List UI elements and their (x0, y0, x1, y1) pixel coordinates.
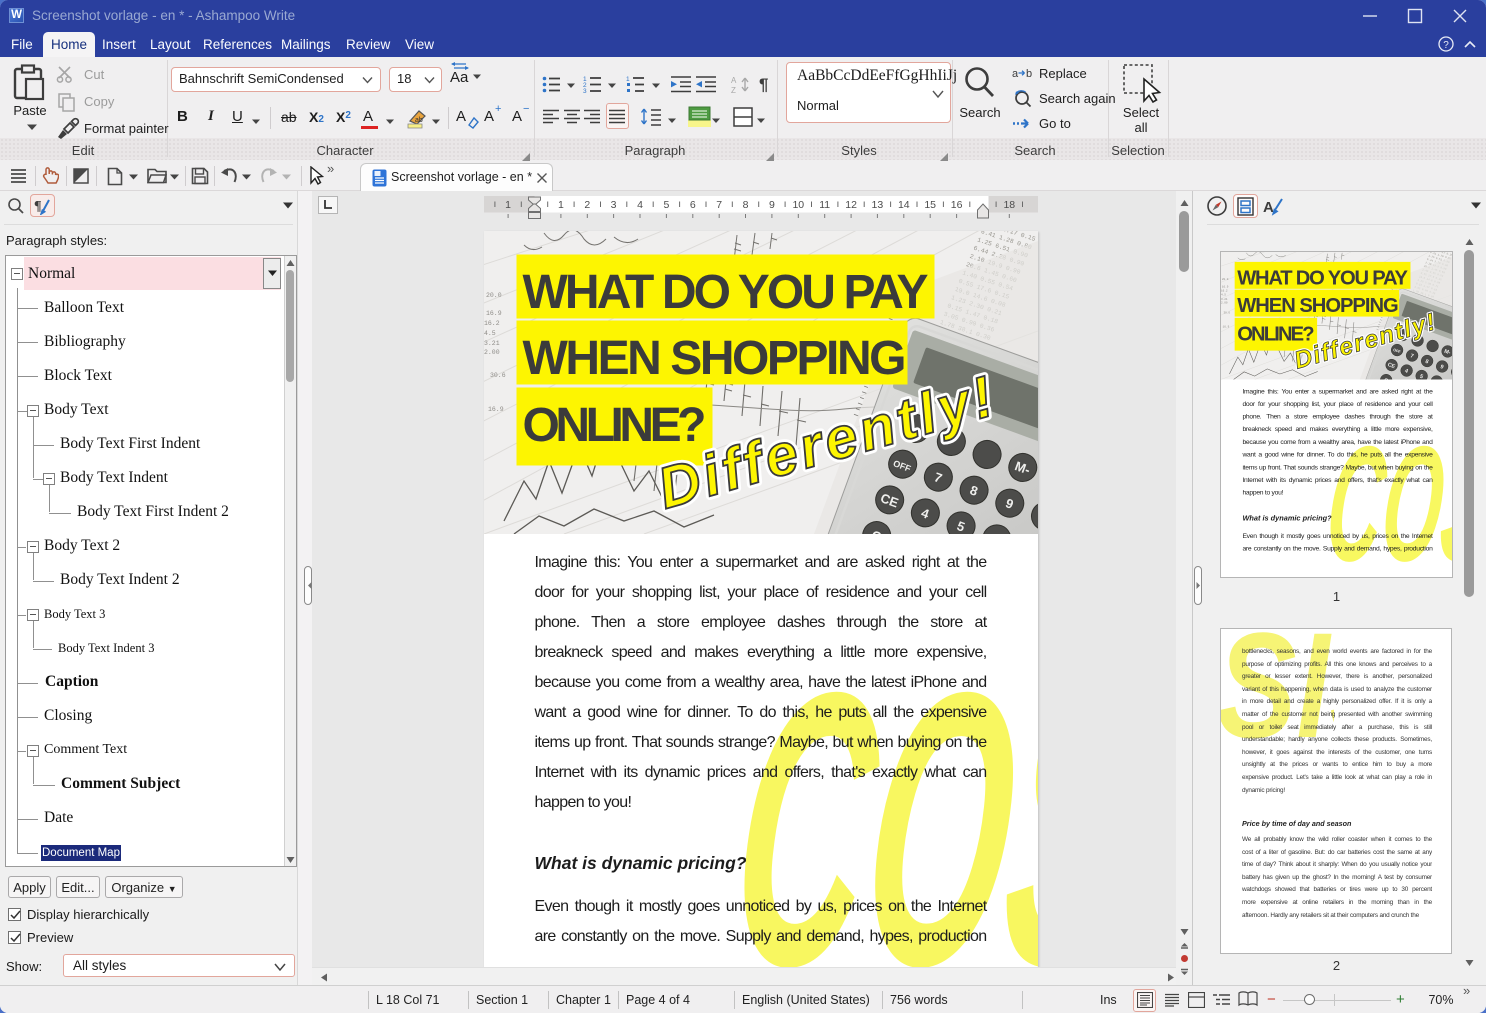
svg-text:ONLINE?: ONLINE? (1237, 323, 1314, 345)
svg-text:16.2: 16.2 (1221, 290, 1228, 293)
svg-text:WHAT DO YOU PAY: WHAT DO YOU PAY (1237, 267, 1408, 289)
svg-text:ab: ab (415, 117, 423, 124)
svg-text:4.5: 4.5 (1221, 294, 1226, 297)
svg-text:5: 5 (663, 199, 669, 211)
svg-text:16: 16 (950, 199, 962, 211)
svg-text:a: a (1012, 68, 1019, 80)
svg-text:2.00: 2.00 (1221, 302, 1228, 305)
svg-text:1: 1 (505, 199, 511, 211)
svg-text:3: 3 (583, 88, 587, 93)
svg-text:10: 10 (792, 199, 804, 211)
svg-text:20.0: 20.0 (1222, 278, 1229, 281)
svg-text:4: 4 (637, 199, 643, 211)
svg-text:8: 8 (742, 199, 748, 211)
svg-text:30.6: 30.6 (490, 372, 506, 379)
svg-text:14: 14 (897, 199, 909, 211)
svg-text:1: 1 (557, 199, 563, 211)
svg-text:A: A (731, 76, 737, 85)
svg-text:13: 13 (871, 199, 883, 211)
svg-text:¶: ¶ (34, 199, 42, 214)
svg-text:16.2: 16.2 (484, 320, 500, 327)
svg-text:15: 15 (924, 199, 936, 211)
svg-text:2: 2 (584, 199, 590, 211)
svg-text:7: 7 (716, 199, 722, 211)
svg-text:Z: Z (731, 86, 736, 94)
svg-text:12: 12 (845, 199, 857, 211)
svg-text:A: A (1263, 199, 1274, 216)
svg-text:6: 6 (689, 199, 695, 211)
svg-text:30.6: 30.6 (1224, 311, 1231, 314)
svg-text:2.00: 2.00 (484, 349, 500, 356)
svg-text:1: 1 (626, 76, 630, 83)
svg-text:?: ? (1443, 40, 1449, 51)
svg-text:b: b (1026, 68, 1032, 80)
svg-text:3.21: 3.21 (1221, 298, 1228, 301)
svg-text:3: 3 (610, 199, 616, 211)
svg-text:16.9: 16.9 (486, 310, 502, 317)
svg-text:9: 9 (768, 199, 774, 211)
svg-text:16.9: 16.9 (1222, 285, 1229, 288)
svg-text:16.9: 16.9 (488, 406, 504, 413)
svg-text:4.5: 4.5 (484, 330, 496, 337)
svg-text:20.0: 20.0 (486, 292, 502, 299)
svg-text:18: 18 (1003, 199, 1015, 211)
svg-text:3.21: 3.21 (484, 340, 500, 347)
svg-text:11: 11 (819, 199, 830, 211)
svg-text:ONLINE?: ONLINE? (522, 399, 706, 452)
svg-text:WHAT DO YOU PAY: WHAT DO YOU PAY (522, 266, 928, 319)
svg-text:WHEN SHOPPING: WHEN SHOPPING (1237, 295, 1399, 317)
svg-text:WHEN SHOPPING: WHEN SHOPPING (522, 332, 906, 385)
svg-text:16.9: 16.9 (1223, 326, 1230, 329)
